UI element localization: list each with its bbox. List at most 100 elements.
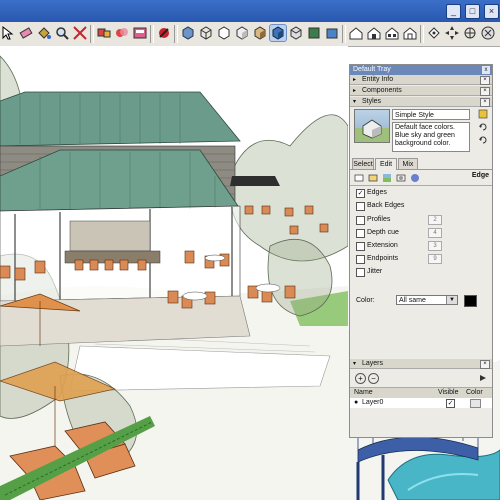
panel-entity-info[interactable]: ▸ Entity Info × bbox=[350, 75, 492, 85]
select-arrow-icon[interactable] bbox=[0, 25, 16, 41]
profiles-checkbox[interactable] bbox=[356, 216, 365, 225]
left-view-icon[interactable] bbox=[384, 25, 400, 41]
panel-entity-info-label: Entity Info bbox=[362, 76, 394, 83]
endpoints-checkbox[interactable] bbox=[356, 255, 365, 264]
materials-icon[interactable] bbox=[114, 25, 130, 41]
panel-close-icon[interactable]: × bbox=[480, 98, 490, 107]
xray-icon[interactable] bbox=[180, 25, 196, 41]
edge-color-swatch[interactable] bbox=[464, 295, 477, 307]
edges-checkbox[interactable]: ✓ bbox=[356, 189, 365, 198]
monochrome-icon[interactable] bbox=[269, 24, 287, 42]
zoom-icon[interactable] bbox=[54, 25, 70, 41]
panel-styles-label: Styles bbox=[362, 98, 382, 105]
endpoints-length-field[interactable]: 9 bbox=[428, 254, 442, 264]
zoom-extents-icon[interactable] bbox=[72, 25, 88, 41]
position-camera-icon[interactable] bbox=[426, 25, 442, 41]
refresh-icon[interactable] bbox=[478, 135, 488, 145]
depth-cue-width-field[interactable]: 4 bbox=[428, 228, 442, 238]
walk-icon[interactable] bbox=[402, 25, 418, 41]
profiles-width-field[interactable]: 2 bbox=[428, 215, 442, 225]
panel-close-icon[interactable]: × bbox=[480, 360, 490, 369]
panel-layers[interactable]: ▾ Layers × bbox=[350, 359, 492, 369]
edge-color-label: Color: bbox=[356, 297, 375, 304]
right-view-icon[interactable] bbox=[348, 25, 364, 41]
layer-name: Layer0 bbox=[362, 399, 384, 406]
section-plane-icon[interactable] bbox=[480, 25, 496, 41]
hidden-line-icon[interactable] bbox=[216, 25, 232, 41]
panel-close-icon[interactable]: × bbox=[480, 87, 490, 96]
layer-color-swatch[interactable] bbox=[470, 399, 481, 408]
tray-title-label: Default Tray bbox=[353, 66, 391, 73]
endpoints-label: Endpoints bbox=[367, 255, 399, 262]
panel-layers-label: Layers bbox=[362, 360, 384, 367]
layers-col-name[interactable]: Name bbox=[354, 388, 373, 398]
back-view-icon[interactable] bbox=[366, 25, 382, 41]
tab-mix[interactable]: Mix bbox=[398, 158, 418, 169]
shaded-icon[interactable] bbox=[234, 25, 250, 41]
layer-visible-checkbox[interactable]: ✓ bbox=[446, 399, 455, 408]
back-edges-checkbox[interactable] bbox=[356, 202, 365, 211]
jitter-label: Jitter bbox=[367, 268, 383, 275]
collapse-arrow-icon: ▸ bbox=[353, 77, 357, 83]
paint-bucket-icon[interactable] bbox=[36, 25, 52, 41]
panel-close-icon[interactable]: × bbox=[480, 76, 490, 85]
layer-details-icon[interactable] bbox=[478, 373, 488, 383]
look-around-icon[interactable] bbox=[444, 25, 460, 41]
background-settings-icon[interactable] bbox=[382, 173, 392, 183]
styles-icon[interactable] bbox=[156, 25, 172, 41]
layers-col-visible[interactable]: Visible bbox=[438, 388, 459, 398]
watermark-settings-icon[interactable] bbox=[396, 173, 406, 183]
layers-col-color[interactable]: Color bbox=[466, 388, 483, 398]
extension-checkbox[interactable] bbox=[356, 242, 365, 251]
layers-toolbar: + − bbox=[350, 371, 492, 385]
wireframe-icon[interactable] bbox=[198, 25, 214, 41]
table-row[interactable]: ● Layer0 ✓ bbox=[350, 398, 492, 408]
depth-cue-checkbox[interactable] bbox=[356, 229, 365, 238]
edges-label: Edges bbox=[367, 189, 387, 196]
section-label: Edge bbox=[471, 172, 489, 179]
front-view-icon[interactable] bbox=[324, 25, 340, 41]
profiles-label: Profiles bbox=[367, 216, 391, 223]
eraser-icon[interactable] bbox=[18, 25, 34, 41]
expand-arrow-icon: ▾ bbox=[353, 361, 357, 367]
tray-close-button[interactable]: x bbox=[482, 66, 490, 74]
edge-color-value: All same bbox=[399, 297, 426, 304]
extension-length-field[interactable]: 3 bbox=[428, 241, 442, 251]
tab-edit[interactable]: Edit bbox=[375, 158, 397, 170]
add-layer-button[interactable]: + bbox=[355, 373, 366, 384]
modeling-settings-icon[interactable] bbox=[410, 173, 420, 183]
shaded-textures-icon[interactable] bbox=[252, 25, 268, 41]
update-style-icon[interactable] bbox=[478, 122, 488, 132]
style-description-field[interactable]: Default face colors. Blue sky and green … bbox=[392, 122, 470, 152]
expand-arrow-icon: ▾ bbox=[353, 99, 357, 105]
scenes-icon[interactable] bbox=[132, 25, 148, 41]
edge-settings-icon[interactable] bbox=[354, 173, 364, 183]
tray-title: Default Tray x bbox=[350, 65, 492, 75]
panel-styles[interactable]: ▾ Styles × bbox=[350, 97, 492, 107]
jitter-checkbox[interactable] bbox=[356, 268, 365, 277]
iso-view-icon[interactable] bbox=[288, 25, 304, 41]
minimize-button[interactable]: _ bbox=[446, 4, 461, 19]
close-window-button[interactable]: × bbox=[484, 4, 499, 19]
orbit-icon[interactable] bbox=[462, 25, 478, 41]
panel-components[interactable]: ▸ Components × bbox=[350, 86, 492, 96]
tab-select[interactable]: Select bbox=[352, 158, 374, 169]
style-thumbnail bbox=[354, 109, 390, 143]
component-icon[interactable] bbox=[96, 25, 112, 41]
chevron-down-icon: ▼ bbox=[446, 296, 457, 304]
depth-cue-label: Depth cue bbox=[367, 229, 399, 236]
edit-category-icons bbox=[350, 171, 492, 186]
back-edges-label: Back Edges bbox=[367, 202, 405, 209]
face-settings-icon[interactable] bbox=[368, 173, 378, 183]
edge-color-select[interactable]: All same ▼ bbox=[396, 295, 458, 305]
create-style-icon[interactable] bbox=[478, 109, 488, 119]
main-toolbar bbox=[0, 22, 500, 47]
model-viewport[interactable] bbox=[0, 46, 348, 500]
style-name-field[interactable]: Simple Style bbox=[392, 109, 470, 120]
extension-label: Extension bbox=[367, 242, 398, 249]
remove-layer-button[interactable]: − bbox=[368, 373, 379, 384]
panel-components-label: Components bbox=[362, 87, 402, 94]
top-view-icon[interactable] bbox=[306, 25, 322, 41]
active-layer-radio[interactable]: ● bbox=[354, 398, 358, 408]
maximize-button[interactable]: □ bbox=[465, 4, 480, 19]
